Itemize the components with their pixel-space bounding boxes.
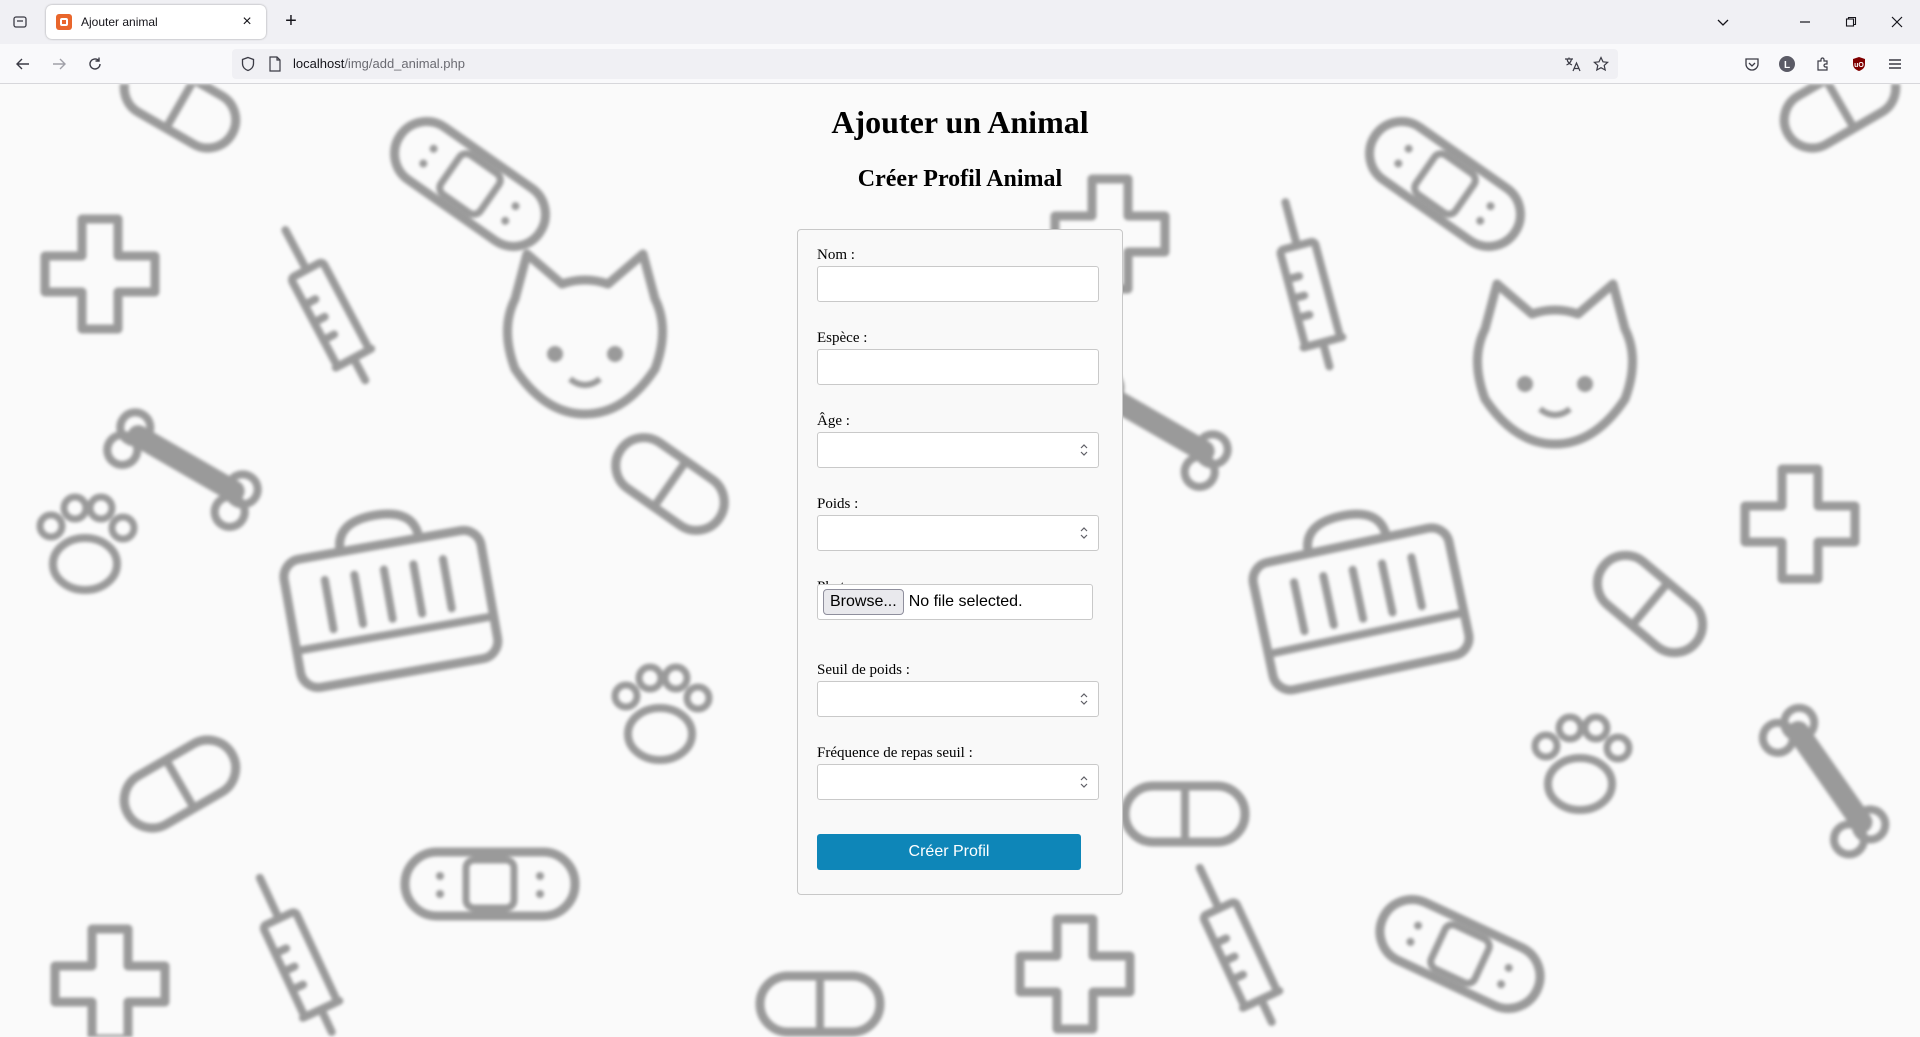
spinner-icon[interactable]: [1079, 691, 1089, 707]
ublock-icon[interactable]: uO: [1845, 50, 1873, 78]
weight-threshold-input[interactable]: [817, 681, 1099, 717]
url-bar[interactable]: localhost/img/add_animal.php: [232, 49, 1618, 79]
browse-button[interactable]: Browse...: [823, 589, 904, 615]
file-status: No file selected.: [908, 593, 1023, 610]
plus-icon[interactable]: +: [280, 11, 302, 33]
age-input[interactable]: [817, 432, 1099, 468]
extensions-icon[interactable]: [1809, 50, 1837, 78]
forward-arrow-icon[interactable]: [45, 50, 73, 78]
meal-frequency-label: Fréquence de repas seuil :: [817, 745, 973, 761]
page-title: Ajouter un Animal: [831, 104, 1089, 140]
chevron-down-icon[interactable]: [1700, 0, 1746, 44]
star-icon[interactable]: [1593, 56, 1609, 77]
photo-file-input[interactable]: Browse... No file selected.: [817, 584, 1093, 620]
browser-tab-bar: Ajouter animal × +: [0, 0, 1920, 44]
window-close-icon[interactable]: [1874, 0, 1920, 44]
url-host: localhost: [293, 56, 345, 71]
tab-title: Ajouter animal: [81, 15, 158, 29]
spinner-icon[interactable]: [1079, 525, 1089, 541]
species-input[interactable]: [817, 349, 1099, 385]
browser-tab[interactable]: Ajouter animal ×: [46, 5, 266, 39]
back-arrow-icon[interactable]: [9, 50, 37, 78]
spinner-icon[interactable]: [1079, 774, 1089, 790]
account-icon[interactable]: L: [1773, 50, 1801, 78]
create-profile-button[interactable]: Créer Profil: [817, 834, 1081, 870]
page-subtitle: Créer Profil Animal: [857, 166, 1063, 192]
page-content: Ajouter un Animal Créer Profil Animal No…: [0, 84, 1920, 1037]
minimize-icon[interactable]: [1782, 0, 1828, 44]
close-icon[interactable]: ×: [238, 13, 256, 31]
url-path: /img/add_animal.php: [344, 56, 466, 71]
restore-icon[interactable]: [1828, 0, 1874, 44]
tab-list-icon[interactable]: [0, 0, 40, 44]
browser-nav-bar: localhost/img/add_animal.php L uO: [0, 44, 1920, 84]
xampp-favicon: [56, 14, 72, 30]
name-input[interactable]: [817, 266, 1099, 302]
weight-threshold-label: Seuil de poids :: [817, 662, 910, 678]
meal-frequency-input[interactable]: [817, 764, 1099, 800]
hamburger-menu-icon[interactable]: [1881, 50, 1909, 78]
shield-icon[interactable]: [240, 56, 256, 77]
species-label: Espèce :: [817, 330, 868, 346]
pocket-icon[interactable]: [1738, 50, 1766, 78]
weight-input[interactable]: [817, 515, 1099, 551]
translate-icon[interactable]: [1564, 56, 1582, 77]
name-label: Nom :: [817, 247, 855, 263]
svg-text:uO: uO: [1854, 62, 1864, 69]
animal-form: Nom : Espèce : Âge : Poids : Photo : Bro…: [797, 229, 1123, 895]
weight-label: Poids :: [817, 496, 859, 512]
svg-text:L: L: [1784, 60, 1790, 71]
reload-icon[interactable]: [81, 50, 109, 78]
url-text[interactable]: localhost/img/add_animal.php: [293, 56, 465, 71]
age-label: Âge :: [817, 413, 850, 429]
spinner-icon[interactable]: [1079, 442, 1089, 458]
page-icon: [268, 56, 282, 77]
